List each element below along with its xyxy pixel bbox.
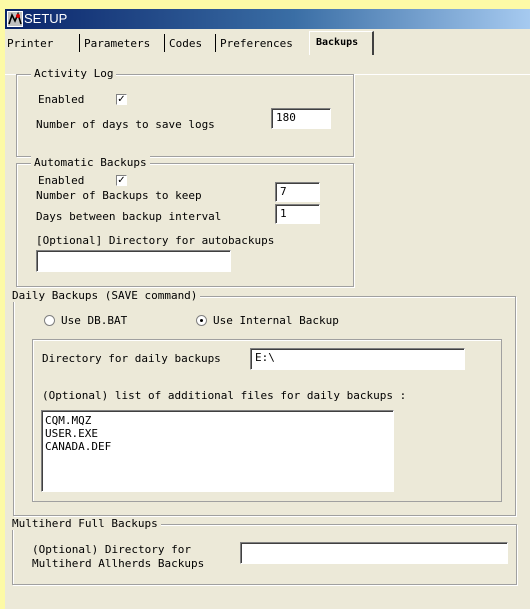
tab-codes[interactable]: Codes xyxy=(167,34,204,54)
radio-use-internal-backup-label[interactable]: Use Internal Backup xyxy=(213,314,339,327)
autobackup-dir-label: [Optional] Directory for autobackups xyxy=(36,234,275,247)
tab-parameters[interactable]: Parameters xyxy=(82,34,152,54)
radio-use-db-bat[interactable] xyxy=(44,315,55,326)
activity-log-enabled-label: Enabled xyxy=(38,93,85,106)
multiherd-dir-label-line1: (Optional) Directory for xyxy=(32,543,191,556)
daily-dir-input[interactable]: E:\ xyxy=(250,348,465,370)
activity-log-group: Activity Log Enabled ✓ Number of days to… xyxy=(16,67,354,157)
window-title: SETUP xyxy=(24,11,68,26)
automatic-backups-group: Automatic Backups Enabled ✓ Number of Ba… xyxy=(16,156,354,287)
daily-backups-panel: Directory for daily backups E:\ (Optiona… xyxy=(32,339,502,502)
tab-divider xyxy=(215,34,216,52)
backups-keep-label: Number of Backups to keep xyxy=(36,189,202,202)
list-item[interactable]: CQM.MQZ xyxy=(45,414,390,427)
multiherd-dir-label-line2: Multiherd Allherds Backups xyxy=(32,557,205,570)
auto-backups-enabled-checkbox[interactable]: ✓ xyxy=(116,175,127,186)
auto-backups-enabled-label: Enabled xyxy=(38,174,85,187)
multiherd-dir-input[interactable] xyxy=(240,542,508,564)
title-bar[interactable]: SETUP xyxy=(5,9,530,29)
list-item[interactable]: USER.EXE xyxy=(45,427,390,440)
activity-log-title: Activity Log xyxy=(31,67,117,80)
tab-backups[interactable]: Backups xyxy=(309,31,374,55)
radio-use-internal-backup[interactable] xyxy=(196,315,207,326)
additional-files-label: (Optional) list of additional files for … xyxy=(42,389,407,402)
tab-backups-label: Backups xyxy=(316,37,359,48)
backups-keep-input[interactable]: 7 xyxy=(275,182,320,202)
automatic-backups-title: Automatic Backups xyxy=(31,156,150,169)
setup-window: SETUP Printer Parameters Codes Preferenc… xyxy=(5,9,530,609)
list-item[interactable]: CANADA.DEF xyxy=(45,440,390,453)
daily-backups-title: Daily Backups (SAVE command) xyxy=(12,289,201,302)
radio-use-db-bat-label[interactable]: Use DB.BAT xyxy=(61,314,127,327)
multiherd-backups-group: Multiherd Full Backups (Optional) Direct… xyxy=(12,517,517,585)
daily-backups-group: Daily Backups (SAVE command) Use DB.BAT … xyxy=(12,289,516,516)
tab-printer[interactable]: Printer xyxy=(5,34,55,54)
app-icon xyxy=(7,11,23,27)
tab-divider xyxy=(164,34,165,52)
backup-interval-input[interactable]: 1 xyxy=(275,204,320,224)
activity-log-enabled-checkbox[interactable]: ✓ xyxy=(116,94,127,105)
multiherd-backups-title: Multiherd Full Backups xyxy=(12,517,161,530)
daily-dir-label: Directory for daily backups xyxy=(42,352,221,365)
additional-files-list[interactable]: CQM.MQZ USER.EXE CANADA.DEF xyxy=(41,410,394,492)
tab-bar: Printer Parameters Codes Preferences Bac… xyxy=(5,29,530,75)
log-days-label: Number of days to save logs xyxy=(36,118,215,131)
tab-preferences[interactable]: Preferences xyxy=(218,34,295,54)
tab-divider xyxy=(79,34,80,52)
autobackup-dir-input[interactable] xyxy=(36,250,231,272)
backup-interval-label: Days between backup interval xyxy=(36,210,222,223)
log-days-input[interactable]: 180 xyxy=(271,108,331,129)
